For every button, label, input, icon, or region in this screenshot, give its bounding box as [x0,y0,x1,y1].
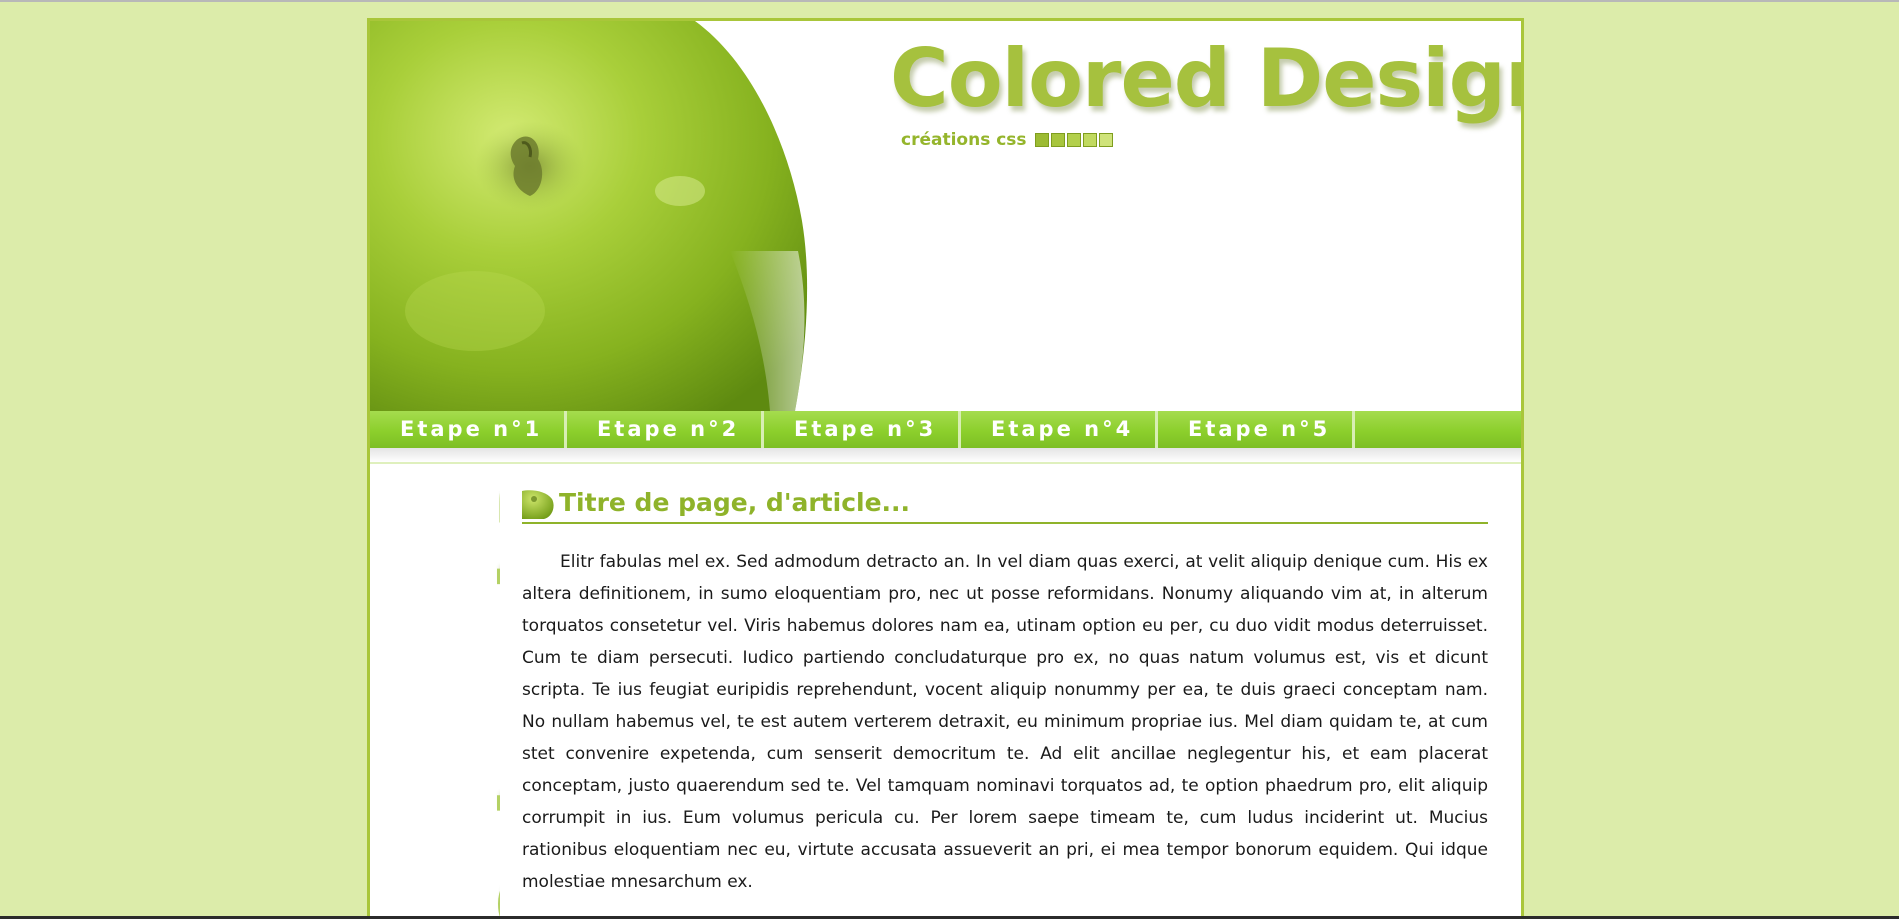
color-square [1098,133,1113,147]
color-squares [1034,133,1113,147]
article-header: Titre de page, d'article... [522,487,1488,524]
nav-item-etape-2[interactable]: Etape n°2 [567,411,764,448]
article: Titre de page, d'article... Elitr fabula… [522,487,1488,915]
site-subtitle-row: créations css [901,130,1113,150]
nav-item-etape-5[interactable]: Etape n°5 [1158,411,1355,448]
nav-shadow [370,448,1521,462]
window-top-edge [0,0,1899,2]
article-body: Elitr fabulas mel ex. Sed admodum detrac… [522,552,1488,892]
site-subtitle: créations css [901,130,1027,150]
green-apple-image [370,21,808,411]
main-nav: Etape n°1 Etape n°2 Etape n°3 Etape n°4 … [370,411,1521,448]
apple-icon [522,490,554,519]
vertical-brand-label: Colored Design [482,491,500,919]
color-square [1082,133,1097,147]
nav-divider [370,462,1521,464]
nav-item-etape-3[interactable]: Etape n°3 [764,411,961,448]
color-square [1034,133,1049,147]
site-title: Colored Design [890,32,1521,125]
color-square [1066,133,1081,147]
page-container: Colored Design créations css Etape n°1 E… [367,18,1524,919]
vertical-brand-text: Colored Design [390,491,500,919]
nav-item-etape-4[interactable]: Etape n°4 [961,411,1158,448]
article-title: Titre de page, d'article... [559,488,911,517]
color-square [1050,133,1065,147]
nav-item-etape-1[interactable]: Etape n°1 [370,411,567,448]
header-banner: Colored Design créations css [370,21,1521,411]
